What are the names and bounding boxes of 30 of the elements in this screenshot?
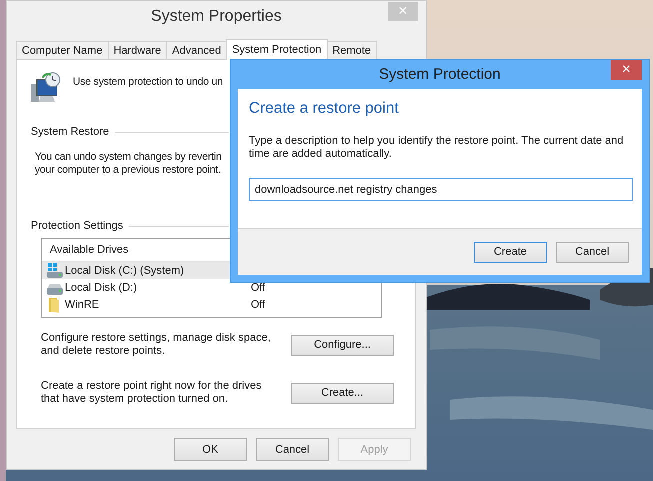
tab[interactable]: Computer Name	[16, 41, 109, 59]
dialog-heading: Create a restore point	[249, 100, 400, 118]
description-text: your computer to a previous restore point.	[35, 164, 221, 177]
action-button[interactable]: Configure...	[291, 334, 394, 356]
dialog-button[interactable]: Create	[474, 242, 547, 262]
instruction-text: Type a description to help you identify the restore point. The current date and time are added automatically.	[249, 135, 625, 161]
intro-text: Use system protection to undo un	[73, 76, 224, 88]
drive-row[interactable]: WinRE Off	[42, 296, 381, 313]
protection-status: Off	[251, 298, 266, 310]
drive-name: Local Disk (C:) (System)	[65, 264, 186, 276]
drive-name: Local Disk (D:)	[65, 282, 138, 294]
window-title: System Properties	[151, 8, 282, 26]
action-button[interactable]: Create...	[291, 382, 394, 404]
group-heading: Protection Settings	[31, 220, 124, 232]
tab[interactable]: System Protection	[226, 39, 328, 60]
action-text: Create a restore point right now for the drives that have system protection turned on.	[41, 380, 263, 406]
drive-icon	[47, 262, 63, 278]
description-field[interactable]: downloadsource.net registry changes	[249, 178, 633, 201]
dialog-button[interactable]: Cancel	[256, 438, 329, 461]
protection-status: Off	[251, 282, 266, 294]
action-text: Configure restore settings, manage disk space, and delete restore points.	[41, 332, 272, 358]
drive-row[interactable]: Local Disk (D:) Off	[42, 279, 381, 296]
close-button[interactable]: ×	[611, 60, 642, 80]
group-heading: System Restore	[31, 126, 110, 138]
description-text: You can undo system changes by revertin	[35, 151, 222, 164]
dialog-title: System Protection	[379, 66, 501, 83]
tab[interactable]: Remote	[326, 41, 378, 59]
dialog-button[interactable]: Cancel	[556, 242, 629, 262]
dialog-button[interactable]: OK	[174, 438, 247, 461]
drive-name: WinRE	[65, 298, 100, 310]
